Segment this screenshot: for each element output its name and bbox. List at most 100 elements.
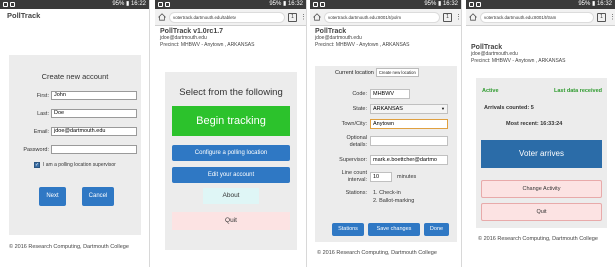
supervisor-label: Supervisor: xyxy=(339,157,367,163)
password-field[interactable] xyxy=(51,145,137,154)
station-item: 2. Ballot-marking xyxy=(373,198,415,204)
email-row: Email: jdoe@dartmouth.edu xyxy=(9,127,141,137)
quit-button[interactable]: Quit xyxy=(172,212,290,230)
app-title: PollTrack xyxy=(471,44,503,51)
next-button[interactable]: Next xyxy=(39,187,66,206)
notification-icon xyxy=(3,2,8,7)
create-account-heading: Create new account xyxy=(41,72,109,81)
optional-details-label: Optional details: xyxy=(346,135,368,148)
footer-copyright: © 2016 Research Computing, Dartmouth Col… xyxy=(317,250,437,256)
code-field[interactable]: MHBWV xyxy=(370,89,410,99)
status-right: 95% ▮ 16:32 xyxy=(578,1,612,7)
optional-details-field[interactable] xyxy=(370,136,448,146)
menu-heading: Select from the following xyxy=(179,87,283,98)
last-data-status: Last data received xyxy=(554,88,602,94)
home-icon[interactable] xyxy=(158,13,166,21)
last-name-label: Last: xyxy=(37,111,49,117)
line-count-label: Line count interval: xyxy=(341,170,367,183)
status-bar: 95% ▮ 16:22 xyxy=(0,0,149,9)
app-title: PollTrack v1.0rc1.7 xyxy=(160,28,224,35)
edit-account-button[interactable]: Edit your account xyxy=(172,167,290,183)
phone-screen-main-menu: 95% ▮ 16:32 votertrack.dartmouth.edu/tab… xyxy=(155,0,307,267)
town-field[interactable]: Anytown xyxy=(370,119,448,129)
state-label: State: xyxy=(352,106,367,112)
browser-toolbar: votertrack.dartmouth.edu/tabletv 1 ⋮ xyxy=(155,9,306,26)
location-tabs: Current location Create new location xyxy=(335,68,419,77)
state-select[interactable]: ARKANSAS ▼ xyxy=(370,104,448,114)
stations-list: 1. Check-in 2. Ballot-marking xyxy=(373,189,414,205)
most-recent-label: Most recent: xyxy=(506,121,539,127)
status-right: 95% ▮ 16:32 xyxy=(269,1,303,7)
email-field[interactable]: jdoe@dartmouth.edu xyxy=(51,127,137,136)
address-bar[interactable]: votertrack.dartmouth.edu:8001/t/tram xyxy=(480,11,594,23)
tracking-panel: Active Last data received Arrivals count… xyxy=(476,78,607,228)
town-label: Town/City: xyxy=(341,121,367,127)
precinct-info: Precinct: MHBWV - Anytown , ARKANSAS xyxy=(471,58,566,64)
overflow-menu-icon[interactable]: ⋮ xyxy=(455,13,461,22)
first-name-label: First: xyxy=(36,93,49,99)
status-bar: 95% ▮ 16:32 xyxy=(155,0,306,9)
minutes-label: minutes xyxy=(397,174,417,180)
done-button[interactable]: Done xyxy=(424,223,449,236)
supervisor-checkbox[interactable]: ✓ xyxy=(34,162,40,168)
notification-icon xyxy=(10,2,15,7)
voter-arrives-button[interactable]: Voter arrives xyxy=(481,140,602,168)
footer-copyright: © 2016 Research Computing, Dartmouth Col… xyxy=(9,244,129,250)
phone-screen-tracking: 95% ▮ 16:32 votertrack.dartmouth.edu:800… xyxy=(466,0,615,267)
browser-toolbar: votertrack.dartmouth.edu:8001/t/tram 1 ⋮ xyxy=(466,9,615,26)
arrivals-value: 5 xyxy=(530,105,534,111)
arrivals-label: Arrivals counted: xyxy=(484,105,530,111)
change-activity-button[interactable]: Change Activity xyxy=(481,180,602,198)
notification-icon xyxy=(476,2,481,7)
notification-icon xyxy=(469,2,474,7)
first-name-row: First: John xyxy=(9,91,141,101)
cancel-button[interactable]: Cancel xyxy=(82,187,114,206)
user-email: jdoe@dartmouth.edu xyxy=(471,51,518,57)
app-header: PollTrack jdoe@dartmouth.edu Precinct: M… xyxy=(310,26,461,51)
tabs-count-icon[interactable]: 1 xyxy=(288,12,297,22)
home-icon[interactable] xyxy=(469,13,477,21)
footer-copyright: © 2016 Research Computing, Dartmouth Col… xyxy=(478,236,598,242)
app-header: PollTrack jdoe@dartmouth.edu Precinct: M… xyxy=(466,26,615,67)
tab-current-location[interactable]: Current location xyxy=(335,70,374,76)
create-location-button[interactable]: Create new location xyxy=(375,68,419,77)
last-name-row: Last: Doe xyxy=(9,109,141,119)
notification-icon xyxy=(165,2,170,7)
create-account-card: Create new account First: John Last: Doe… xyxy=(9,55,141,235)
status-row: Active Last data received xyxy=(482,88,602,94)
tabs-count-icon[interactable]: 1 xyxy=(443,12,452,22)
home-icon[interactable] xyxy=(313,13,321,21)
overflow-menu-icon[interactable]: ⋮ xyxy=(300,13,306,22)
station-item: 1. Check-in xyxy=(373,190,401,196)
phone-screen-create-account: 95% ▮ 16:22 PollTrack Create new account… xyxy=(0,0,150,267)
most-recent: Most recent: 16:33:24 xyxy=(506,121,562,127)
password-label: Password: xyxy=(23,147,49,153)
first-name-field[interactable]: John xyxy=(51,91,137,100)
save-changes-button[interactable]: Save changes xyxy=(368,223,420,236)
status-right: 95% ▮ 16:32 xyxy=(424,1,458,7)
overflow-menu-icon[interactable]: ⋮ xyxy=(609,13,615,22)
supervisor-row: ✓ I am a polling location supervisor xyxy=(34,162,116,168)
line-count-field[interactable]: 10 xyxy=(370,172,392,182)
location-form: Current location Create new location Cod… xyxy=(315,66,457,242)
supervisor-field[interactable]: mark.e.boettcher@dartmo xyxy=(370,155,448,165)
stations-label: Stations: xyxy=(345,190,367,196)
address-bar[interactable]: votertrack.dartmouth.edu:8001/t/polm xyxy=(324,11,440,23)
supervisor-label: I am a polling location supervisor xyxy=(43,162,116,168)
state-select-value: ARKANSAS xyxy=(373,106,403,112)
user-email: jdoe@dartmouth.edu xyxy=(315,35,362,41)
address-bar[interactable]: votertrack.dartmouth.edu/tabletv xyxy=(169,11,285,23)
app-title: PollTrack xyxy=(7,11,41,20)
last-name-field[interactable]: Doe xyxy=(51,109,137,118)
tabs-count-icon[interactable]: 1 xyxy=(597,12,606,22)
precinct-info: Precinct: MHBWV - Anytown , ARKANSAS xyxy=(315,42,410,48)
user-email: jdoe@dartmouth.edu xyxy=(160,35,207,41)
stations-button[interactable]: Stations xyxy=(332,223,364,236)
begin-tracking-button[interactable]: Begin tracking xyxy=(172,106,290,136)
configure-location-button[interactable]: Configure a polling location xyxy=(172,145,290,161)
quit-button[interactable]: Quit xyxy=(481,203,602,221)
notification-icon xyxy=(158,2,163,7)
about-button[interactable]: About xyxy=(203,188,259,204)
most-recent-value: 16:33:24 xyxy=(540,121,563,127)
email-label: Email: xyxy=(33,129,49,135)
